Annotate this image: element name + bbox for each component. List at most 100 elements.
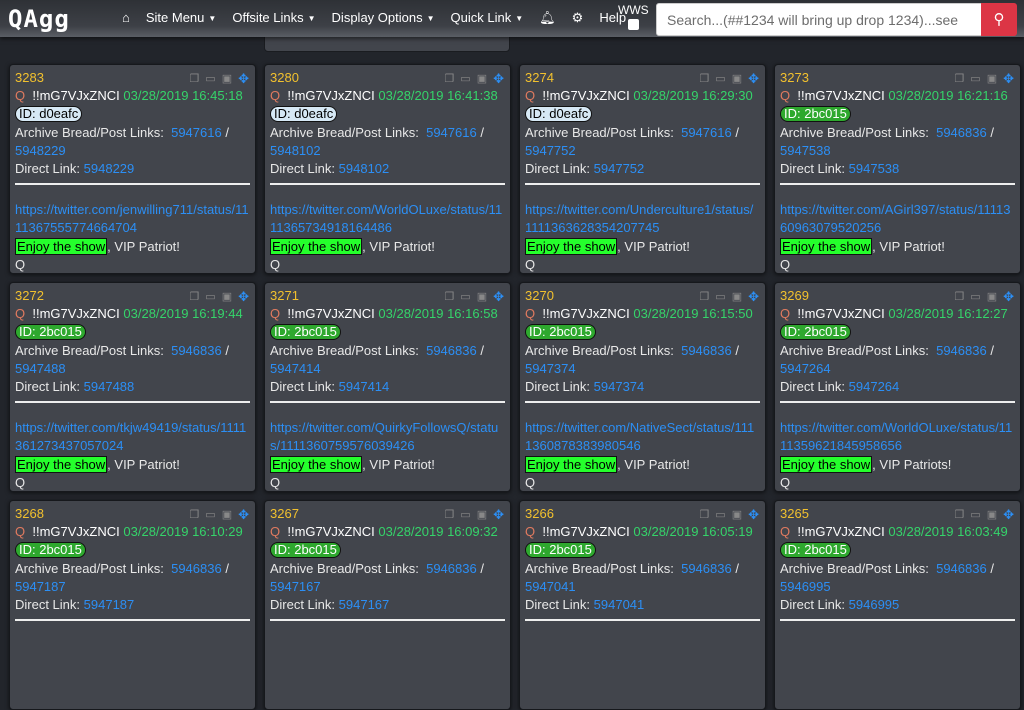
vr-glasses-icon[interactable]: ▭ — [715, 70, 725, 88]
bread-link[interactable]: 5946836 — [936, 125, 987, 140]
move-icon[interactable]: ✥ — [238, 70, 249, 88]
copy-icon[interactable]: ❐ — [444, 506, 454, 524]
tweet-link[interactable]: https://twitter.com/NativeSect/status/11… — [525, 420, 754, 453]
direct-link[interactable]: 5947488 — [84, 379, 135, 394]
copy-icon[interactable]: ❐ — [189, 506, 199, 524]
tweet-link[interactable]: https://twitter.com/WorldOLuxe/status/11… — [270, 202, 502, 235]
post-link[interactable]: 5948102 — [270, 143, 321, 158]
images-icon[interactable]: ▣ — [732, 70, 742, 88]
bell-icon[interactable]: 🔔︎ — [539, 10, 556, 26]
tweet-link[interactable]: https://twitter.com/WorldOLuxe/status/11… — [780, 420, 1012, 453]
copy-icon[interactable]: ❐ — [444, 70, 454, 88]
copy-icon[interactable]: ❐ — [954, 70, 964, 88]
copy-icon[interactable]: ❐ — [444, 288, 454, 306]
menu-site-menu[interactable]: Site Menu ▼ — [146, 10, 216, 26]
move-icon[interactable]: ✥ — [1003, 506, 1014, 524]
images-icon[interactable]: ▣ — [477, 506, 487, 524]
post-link[interactable]: 5947538 — [780, 143, 831, 158]
bread-link[interactable]: 5946836 — [171, 561, 222, 576]
direct-link[interactable]: 5947752 — [594, 161, 645, 176]
vr-glasses-icon[interactable]: ▭ — [205, 506, 215, 524]
bread-link[interactable]: 5946836 — [681, 561, 732, 576]
bread-link[interactable]: 5947616 — [426, 125, 477, 140]
direct-link[interactable]: 5947187 — [84, 597, 135, 612]
post-link[interactable]: 5947264 — [780, 361, 831, 376]
copy-icon[interactable]: ❐ — [699, 70, 709, 88]
move-icon[interactable]: ✥ — [493, 506, 504, 524]
images-icon[interactable]: ▣ — [987, 288, 997, 306]
images-icon[interactable]: ▣ — [222, 506, 232, 524]
move-icon[interactable]: ✥ — [748, 506, 759, 524]
tweet-link[interactable]: https://twitter.com/AGirl397/status/1111… — [780, 202, 1011, 235]
post-link[interactable]: 5948229 — [15, 143, 66, 158]
move-icon[interactable]: ✥ — [748, 288, 759, 306]
menu-offsite-links[interactable]: Offsite Links ▼ — [232, 10, 315, 26]
images-icon[interactable]: ▣ — [732, 506, 742, 524]
move-icon[interactable]: ✥ — [238, 506, 249, 524]
direct-link[interactable]: 5947167 — [339, 597, 390, 612]
post-link[interactable]: 5947041 — [525, 579, 576, 594]
vr-glasses-icon[interactable]: ▭ — [205, 70, 215, 88]
images-icon[interactable]: ▣ — [477, 70, 487, 88]
copy-icon[interactable]: ❐ — [189, 70, 199, 88]
move-icon[interactable]: ✥ — [493, 70, 504, 88]
post-link[interactable]: 5947752 — [525, 143, 576, 158]
images-icon[interactable]: ▣ — [477, 288, 487, 306]
search-button[interactable]: ⚲ — [981, 3, 1017, 36]
bread-link[interactable]: 5946836 — [426, 561, 477, 576]
home-icon[interactable]: ⌂ — [122, 10, 130, 26]
vr-glasses-icon[interactable]: ▭ — [970, 506, 980, 524]
vr-glasses-icon[interactable]: ▭ — [460, 288, 470, 306]
copy-icon[interactable]: ❐ — [699, 506, 709, 524]
images-icon[interactable]: ▣ — [987, 506, 997, 524]
vr-glasses-icon[interactable]: ▭ — [205, 288, 215, 306]
vr-glasses-icon[interactable]: ▭ — [715, 288, 725, 306]
wws-checkbox[interactable] — [627, 19, 639, 30]
copy-icon[interactable]: ❐ — [954, 506, 964, 524]
copy-icon[interactable]: ❐ — [189, 288, 199, 306]
gear-icon[interactable]: ⚙ — [572, 10, 584, 26]
move-icon[interactable]: ✥ — [748, 70, 759, 88]
direct-link[interactable]: 5947538 — [849, 161, 900, 176]
move-icon[interactable]: ✥ — [238, 288, 249, 306]
post-link[interactable]: 5947167 — [270, 579, 321, 594]
vr-glasses-icon[interactable]: ▭ — [460, 70, 470, 88]
vr-glasses-icon[interactable]: ▭ — [970, 288, 980, 306]
tweet-link[interactable]: https://twitter.com/tkjw49419/status/111… — [15, 420, 246, 453]
vr-glasses-icon[interactable]: ▭ — [970, 70, 980, 88]
bread-link[interactable]: 5947616 — [681, 125, 732, 140]
images-icon[interactable]: ▣ — [222, 288, 232, 306]
move-icon[interactable]: ✥ — [1003, 288, 1014, 306]
menu-quick-link[interactable]: Quick Link ▼ — [451, 10, 524, 26]
tweet-link[interactable]: https://twitter.com/QuirkyFollowsQ/statu… — [270, 420, 498, 453]
move-icon[interactable]: ✥ — [493, 288, 504, 306]
vr-glasses-icon[interactable]: ▭ — [715, 506, 725, 524]
direct-link[interactable]: 5948102 — [339, 161, 390, 176]
direct-link[interactable]: 5947264 — [849, 379, 900, 394]
direct-link[interactable]: 5946995 — [849, 597, 900, 612]
bread-link[interactable]: 5946836 — [681, 343, 732, 358]
site-logo[interactable]: QAgg — [8, 5, 70, 33]
tweet-link[interactable]: https://twitter.com/Underculture1/status… — [525, 202, 753, 235]
menu-display-options[interactable]: Display Options ▼ — [332, 10, 435, 26]
bread-link[interactable]: 5947616 — [171, 125, 222, 140]
vr-glasses-icon[interactable]: ▭ — [460, 506, 470, 524]
bread-link[interactable]: 5946836 — [171, 343, 222, 358]
post-link[interactable]: 5947414 — [270, 361, 321, 376]
copy-icon[interactable]: ❐ — [954, 288, 964, 306]
direct-link[interactable]: 5948229 — [84, 161, 135, 176]
images-icon[interactable]: ▣ — [222, 70, 232, 88]
move-icon[interactable]: ✥ — [1003, 70, 1014, 88]
images-icon[interactable]: ▣ — [987, 70, 997, 88]
post-link[interactable]: 5947374 — [525, 361, 576, 376]
tweet-link[interactable]: https://twitter.com/jenwilling711/status… — [15, 202, 249, 235]
direct-link[interactable]: 5947374 — [594, 379, 645, 394]
post-link[interactable]: 5946995 — [780, 579, 831, 594]
direct-link[interactable]: 5947041 — [594, 597, 645, 612]
direct-link[interactable]: 5947414 — [339, 379, 390, 394]
bread-link[interactable]: 5946836 — [426, 343, 477, 358]
search-input[interactable]: Search...(##1234 will bring up drop 1234… — [656, 3, 982, 36]
bread-link[interactable]: 5946836 — [936, 343, 987, 358]
bread-link[interactable]: 5946836 — [936, 561, 987, 576]
images-icon[interactable]: ▣ — [732, 288, 742, 306]
